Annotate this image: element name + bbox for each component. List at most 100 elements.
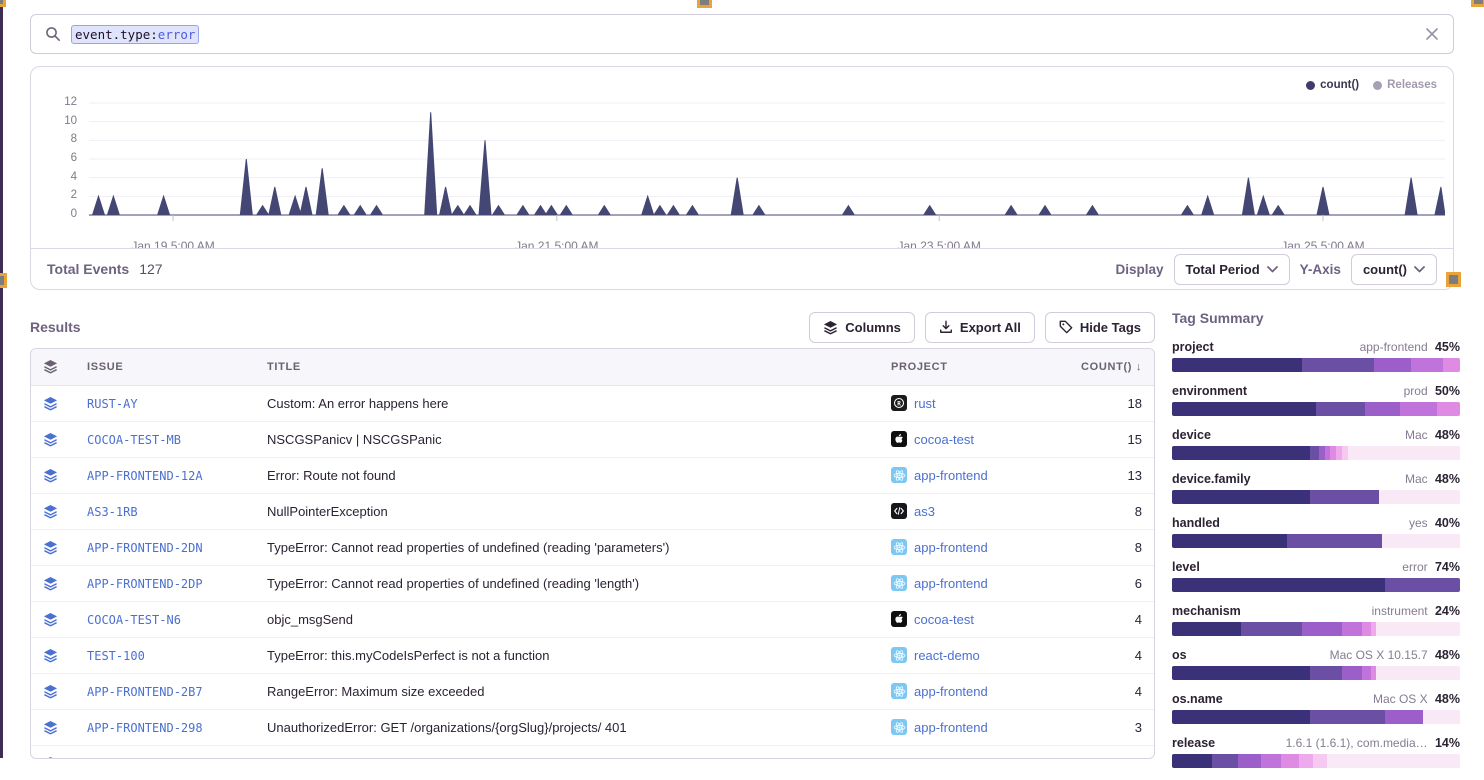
issue-link[interactable]: COCOA-TEST-N6 [87,613,181,627]
tag-distribution-bar[interactable] [1172,710,1460,724]
tag-name[interactable]: device.family [1172,472,1251,486]
issue-link[interactable]: APP-FRONTEND-2DN [87,541,203,555]
project-link[interactable]: app-frontend [914,540,988,555]
tag-bar-segment[interactable] [1437,402,1460,416]
tag-bar-segment[interactable] [1172,710,1310,724]
tag-bar-segment[interactable] [1342,622,1362,636]
tag-bar-segment[interactable] [1302,358,1374,372]
table-row[interactable]: COCOA-TEST-N6 objc_msgSend cocoa-test 4 [31,601,1154,637]
tag-bar-segment[interactable] [1313,754,1327,768]
legend-item-count[interactable]: count() [1306,79,1359,91]
tag-bar-segment[interactable] [1400,402,1437,416]
issue-link[interactable]: AS3-1RB [87,505,138,519]
tag-bar-segment[interactable] [1172,490,1310,504]
tag-bar-segment[interactable] [1261,754,1281,768]
tag-bar-segment[interactable] [1385,578,1460,592]
tag-bar-segment[interactable] [1316,402,1365,416]
issue-stack-icon[interactable] [43,576,58,591]
tag-bar-segment[interactable] [1443,358,1460,372]
issue-stack-icon[interactable] [43,504,58,519]
tag-bar-segment[interactable] [1172,754,1212,768]
tag-bar-segment[interactable] [1212,754,1238,768]
tag-bar-segment[interactable] [1172,666,1310,680]
tag-bar-segment[interactable] [1385,710,1422,724]
tag-distribution-bar[interactable] [1172,754,1460,768]
issue-link[interactable]: COCOA-TEST-MB [87,433,181,447]
search-query-token[interactable]: event.type:error [71,25,199,44]
table-row[interactable]: COCOA-TEST-MB NSCGSPanicv | NSCGSPanic c… [31,421,1154,457]
tag-bar-segment[interactable] [1172,578,1385,592]
tag-bar-segment[interactable] [1238,754,1261,768]
issue-stack-icon[interactable] [43,468,58,483]
tag-name[interactable]: release [1172,736,1215,750]
tag-bar-segment[interactable] [1374,358,1411,372]
tag-bar-segment[interactable] [1382,534,1460,548]
selection-handle[interactable] [1446,272,1461,287]
tag-name[interactable]: project [1172,340,1214,354]
table-row[interactable]: APP-FRONTEND-2B7 RangeError: Maximum siz… [31,673,1154,709]
issue-link[interactable]: APP-FRONTEND-298 [87,721,203,735]
table-row[interactable] [31,745,1154,759]
project-link[interactable]: app-frontend [914,576,988,591]
tag-name[interactable]: mechanism [1172,604,1241,618]
issue-stack-icon[interactable] [43,396,58,411]
issue-link[interactable]: APP-FRONTEND-2DP [87,577,203,591]
tag-bar-segment[interactable] [1411,358,1443,372]
project-link[interactable]: cocoa-test [914,612,974,627]
export-all-button[interactable]: Export All [925,312,1035,343]
tag-bar-segment[interactable] [1376,622,1460,636]
tag-bar-segment[interactable] [1365,402,1400,416]
table-row[interactable]: APP-FRONTEND-2DP TypeError: Cannot read … [31,565,1154,601]
table-row[interactable]: APP-FRONTEND-2DN TypeError: Cannot read … [31,529,1154,565]
issue-link[interactable]: APP-FRONTEND-2B7 [87,685,203,699]
project-link[interactable]: app-frontend [914,720,988,735]
table-row[interactable]: TEST-100 TypeError: this.myCodeIsPerfect… [31,637,1154,673]
project-link[interactable]: react-demo [914,648,980,663]
tag-distribution-bar[interactable] [1172,578,1460,592]
stack-header-icon[interactable] [43,359,58,374]
issue-stack-icon[interactable] [43,648,58,663]
tag-bar-segment[interactable] [1379,490,1460,504]
issue-stack-icon[interactable] [43,612,58,627]
search-bar[interactable]: event.type:error [30,14,1454,54]
tag-bar-segment[interactable] [1172,402,1316,416]
issue-link[interactable]: APP-FRONTEND-12A [87,469,203,483]
tag-bar-segment[interactable] [1172,622,1241,636]
selection-handle[interactable] [0,273,7,288]
columns-button[interactable]: Columns [809,312,915,343]
table-row[interactable]: APP-FRONTEND-298 UnauthorizedError: GET … [31,709,1154,745]
tag-name[interactable]: level [1172,560,1200,574]
column-header-title[interactable]: TITLE [255,349,879,385]
issue-link[interactable]: TEST-100 [87,649,145,663]
tag-bar-segment[interactable] [1362,666,1371,680]
tag-bar-segment[interactable] [1376,666,1460,680]
table-row[interactable]: RUST-AY Custom: An error happens here R … [31,385,1154,421]
tag-bar-segment[interactable] [1423,710,1460,724]
tag-bar-segment[interactable] [1241,622,1301,636]
tag-bar-segment[interactable] [1310,446,1319,460]
tag-bar-segment[interactable] [1287,534,1382,548]
issue-stack-icon[interactable] [43,720,58,735]
table-row[interactable]: APP-FRONTEND-12A Error: Route not found … [31,457,1154,493]
clear-search-icon[interactable] [1425,27,1439,41]
tag-bar-segment[interactable] [1281,754,1298,768]
tag-name[interactable]: os.name [1172,692,1223,706]
tag-name[interactable]: device [1172,428,1211,442]
tag-bar-segment[interactable] [1310,710,1385,724]
tag-distribution-bar[interactable] [1172,534,1460,548]
issue-link[interactable]: RUST-AY [87,397,138,411]
hide-tags-button[interactable]: Hide Tags [1045,312,1155,343]
tag-name[interactable]: environment [1172,384,1247,398]
table-row[interactable]: AS3-1RB NullPointerException as3 8 [31,493,1154,529]
project-link[interactable]: as3 [914,504,935,519]
issue-stack-icon[interactable] [43,540,58,555]
tag-bar-segment[interactable] [1302,622,1342,636]
tag-bar-segment[interactable] [1362,622,1371,636]
legend-item-releases[interactable]: Releases [1373,79,1437,91]
project-link[interactable]: rust [914,396,936,411]
tag-distribution-bar[interactable] [1172,666,1460,680]
tag-distribution-bar[interactable] [1172,402,1460,416]
tag-bar-segment[interactable] [1327,754,1459,768]
issue-stack-icon[interactable] [43,432,58,447]
tag-bar-segment[interactable] [1172,446,1310,460]
